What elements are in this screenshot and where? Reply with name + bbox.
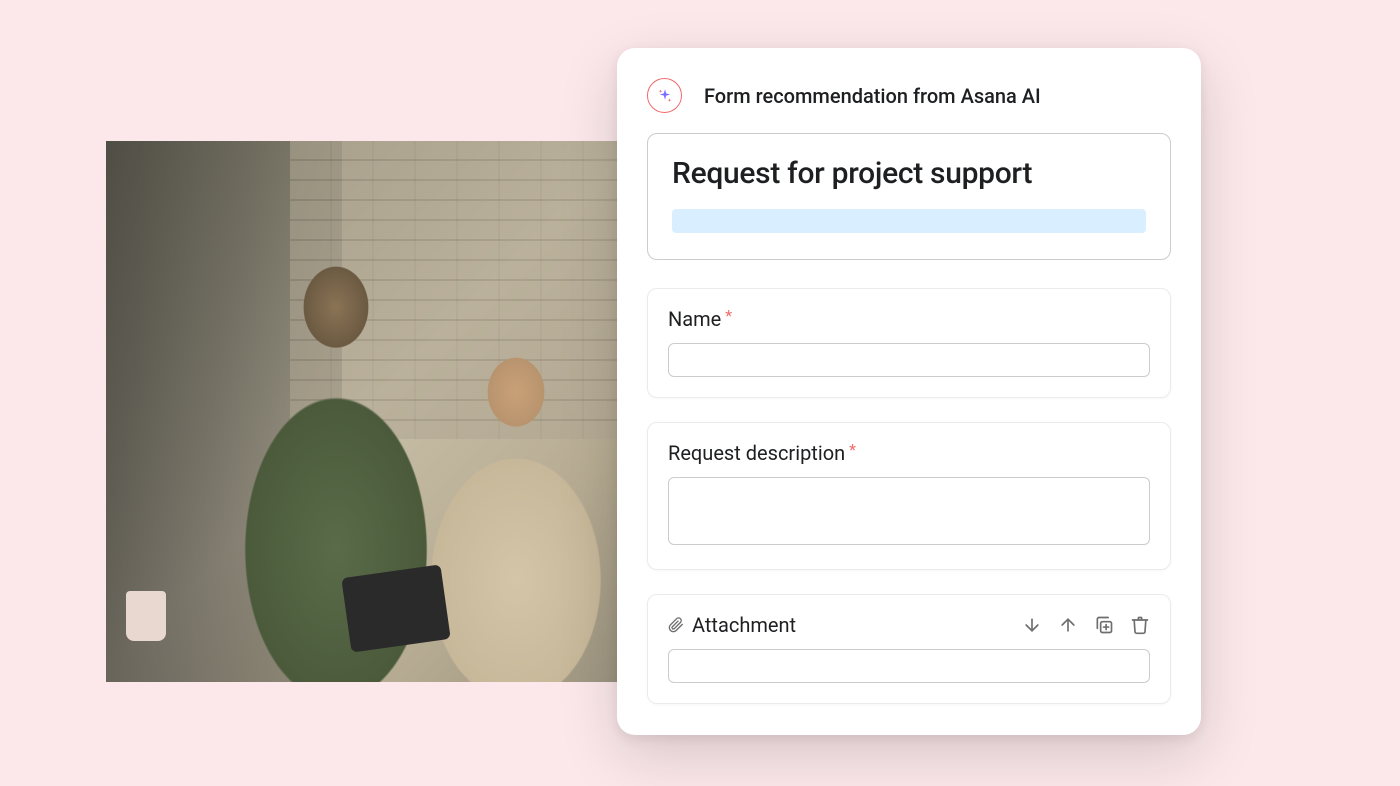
card-header: Form recommendation from Asana AI bbox=[647, 78, 1171, 113]
attachment-input[interactable] bbox=[668, 649, 1150, 683]
trash-icon[interactable] bbox=[1130, 615, 1150, 635]
field-description: Request description * bbox=[647, 422, 1171, 570]
field-attachment: Attachment bbox=[647, 594, 1171, 704]
attachment-actions bbox=[1022, 615, 1150, 635]
paperclip-icon bbox=[668, 615, 684, 635]
field-description-label: Request description * bbox=[668, 441, 1150, 465]
arrow-down-icon[interactable] bbox=[1022, 615, 1042, 635]
description-placeholder-highlight bbox=[672, 209, 1146, 233]
form-title-block[interactable]: Request for project support bbox=[647, 133, 1171, 260]
field-name-label: Name * bbox=[668, 307, 1150, 331]
required-indicator: * bbox=[849, 440, 856, 459]
description-input[interactable] bbox=[668, 477, 1150, 545]
field-attachment-label: Attachment bbox=[668, 613, 796, 637]
name-input[interactable] bbox=[668, 343, 1150, 377]
required-indicator: * bbox=[725, 306, 732, 325]
header-label: Form recommendation from Asana AI bbox=[704, 84, 1041, 108]
background-photo bbox=[106, 141, 631, 682]
arrow-up-icon[interactable] bbox=[1058, 615, 1078, 635]
field-name: Name * bbox=[647, 288, 1171, 398]
duplicate-icon[interactable] bbox=[1094, 615, 1114, 635]
form-card: Form recommendation from Asana AI Reques… bbox=[617, 48, 1201, 735]
ai-sparkle-icon bbox=[647, 78, 682, 113]
form-title: Request for project support bbox=[672, 156, 1146, 191]
